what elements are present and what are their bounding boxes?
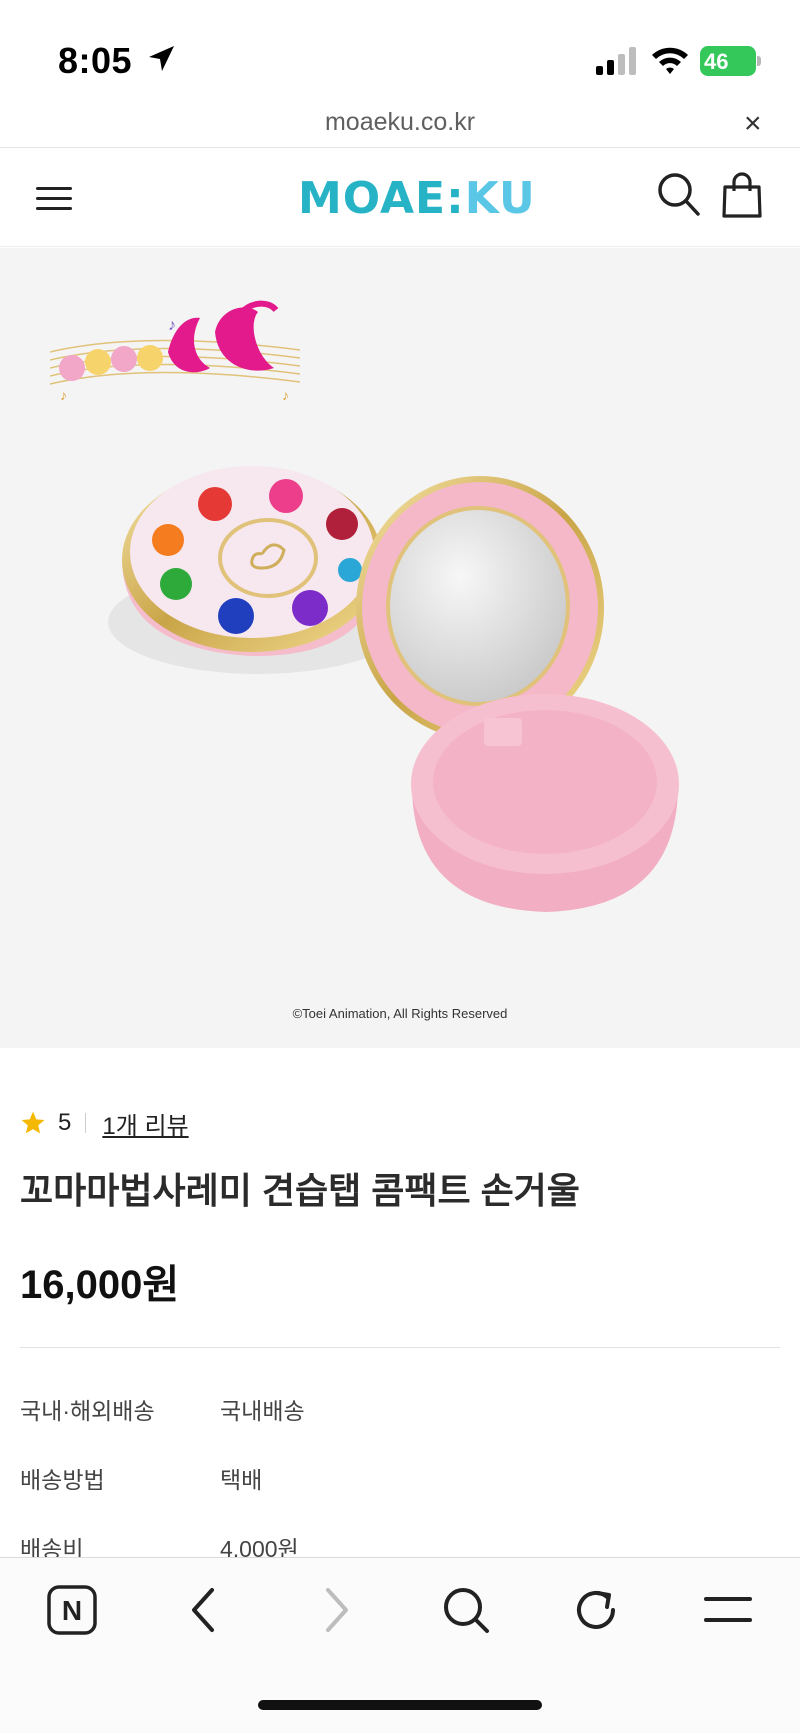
forward-icon (326, 1588, 348, 1632)
tab-menu-icon (704, 1597, 752, 1622)
info-row-shipping-region: 국내·해외배송 국내배송 (20, 1392, 780, 1426)
back-icon (192, 1588, 214, 1632)
back-button[interactable] (176, 1582, 232, 1638)
rating-separator (85, 1113, 87, 1133)
search-button[interactable] (438, 1582, 494, 1638)
battery-level: 46 (704, 49, 729, 74)
review-count-link[interactable]: 1개 리뷰 (102, 1106, 188, 1141)
status-time: 8:05 (58, 40, 133, 81)
location-arrow-icon (149, 46, 174, 71)
star-icon (21, 1111, 45, 1134)
divider (20, 1347, 780, 1348)
menu-icon[interactable] (36, 183, 74, 213)
info-label: 국내·해외배송 (20, 1398, 155, 1424)
svg-text:N: N (62, 1595, 82, 1626)
home-button[interactable]: N (44, 1582, 100, 1638)
logo-part-1: MOAE (298, 173, 447, 224)
rating-row: 5 1개 리뷰 (20, 1106, 189, 1140)
info-value: 택배 (220, 1467, 263, 1493)
logo-part-2: KU (464, 173, 536, 224)
site-header: MOAE:KU (0, 149, 800, 247)
wifi-icon (652, 47, 688, 74)
status-bar: 8:05 46 (0, 0, 800, 100)
refresh-icon (577, 1591, 615, 1629)
tab-menu-button[interactable] (700, 1582, 756, 1638)
url-bar[interactable]: moaeku.co.kr × (0, 100, 800, 148)
site-logo[interactable]: MOAE:KU (298, 173, 536, 224)
info-label: 배송방법 (20, 1467, 105, 1493)
url-text[interactable]: moaeku.co.kr (0, 108, 800, 137)
product-price: 16,000원 (20, 1263, 180, 1307)
copyright-text: ©Toei Animation, All Rights Reserved (292, 1006, 508, 1021)
product-image[interactable]: ♪ ♪ ♪ ©Toei Animation, All Rights Reserv… (0, 248, 800, 1048)
info-value: 국내배송 (220, 1398, 305, 1424)
product-title: 꼬마마법사레미 견습탭 콤팩트 손거울 (20, 1170, 580, 1211)
compact-mirror-image (108, 466, 679, 912)
forward-button[interactable] (308, 1582, 364, 1638)
logo-separator: : (446, 173, 465, 224)
rating-value: 5 (58, 1109, 72, 1136)
search-icon (444, 1588, 489, 1633)
refresh-button[interactable] (568, 1582, 624, 1638)
close-icon[interactable]: × (744, 109, 762, 139)
naver-icon: N (47, 1585, 97, 1635)
search-icon[interactable] (656, 171, 702, 219)
home-indicator[interactable] (258, 1700, 542, 1710)
battery-indicator: 46 (700, 46, 762, 76)
shopping-bag-icon[interactable] (720, 171, 764, 219)
info-row-shipping-method: 배송방법 택배 (20, 1461, 780, 1495)
signal-icon (596, 47, 636, 75)
